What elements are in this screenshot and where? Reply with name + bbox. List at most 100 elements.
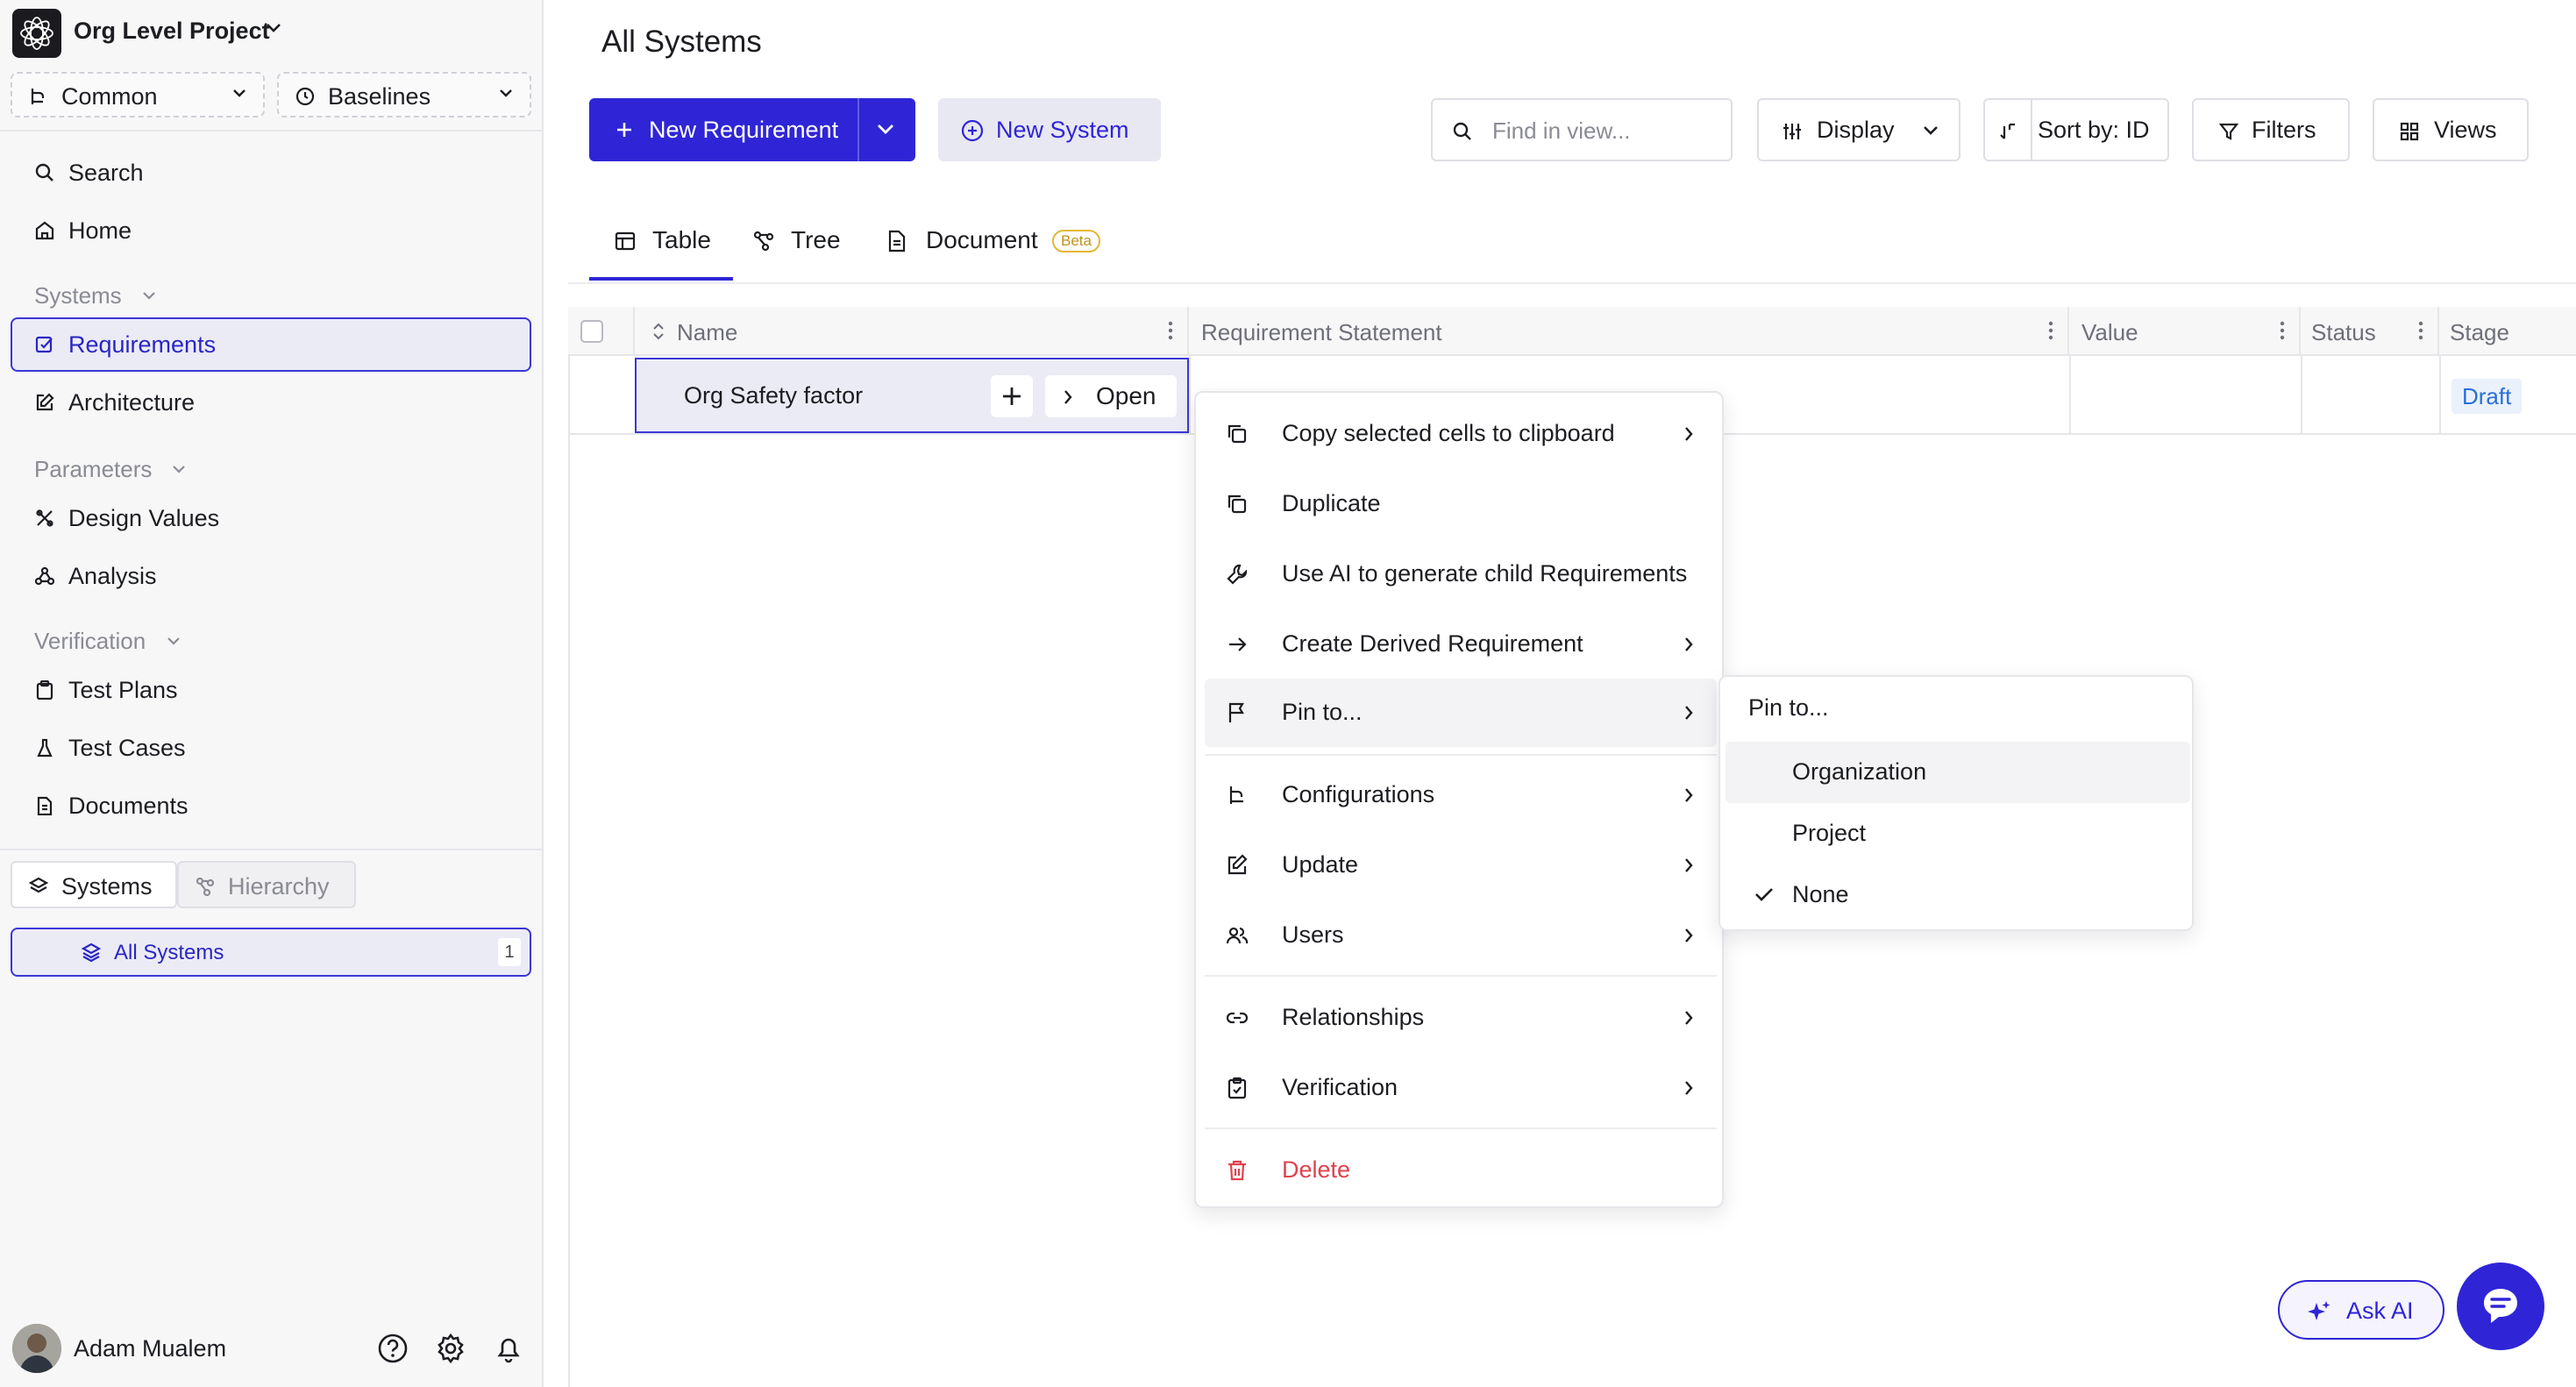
context-menu: Copy selected cells to clipboard Duplica… bbox=[1194, 391, 1724, 1208]
menu-item-create-derived[interactable]: Create Derived Requirement bbox=[1205, 610, 1717, 679]
layers-icon bbox=[81, 942, 102, 963]
pencil-square-icon bbox=[1226, 854, 1249, 877]
select-all-cell bbox=[568, 307, 635, 356]
new-system-button[interactable]: New System bbox=[938, 98, 1161, 161]
section-parameters[interactable]: Parameters bbox=[34, 456, 185, 483]
menu-item-users[interactable]: Users bbox=[1205, 901, 1717, 970]
arrow-right-icon bbox=[1226, 633, 1249, 656]
clipboard-icon bbox=[35, 680, 54, 700]
column-header-statement[interactable]: Requirement Statement bbox=[1189, 307, 2069, 356]
chevron-right-icon bbox=[1683, 705, 1694, 721]
chevron-down-icon bbox=[231, 89, 247, 99]
user-name[interactable]: Adam Mualem bbox=[74, 1335, 226, 1362]
branch-icon bbox=[28, 86, 49, 107]
sort-direction-icon bbox=[1997, 121, 2018, 142]
menu-item-delete[interactable]: Delete bbox=[1205, 1136, 1717, 1205]
chevron-down-icon bbox=[166, 637, 181, 647]
menu-item-use-ai[interactable]: Use AI to generate child Requirements bbox=[1205, 540, 1717, 608]
beta-badge: Beta bbox=[1052, 230, 1100, 253]
chevron-right-icon bbox=[1683, 787, 1694, 803]
workspace-logo-icon[interactable] bbox=[12, 9, 61, 58]
search-input[interactable] bbox=[1492, 116, 1720, 146]
column-menu-icon[interactable] bbox=[2418, 321, 2423, 340]
section-verification[interactable]: Verification bbox=[34, 628, 180, 655]
menu-item-copy[interactable]: Copy selected cells to clipboard bbox=[1205, 400, 1717, 468]
chat-bubble-icon bbox=[2484, 1289, 2517, 1323]
help-icon[interactable] bbox=[377, 1333, 409, 1364]
tab-systems-tree[interactable]: Systems bbox=[11, 861, 177, 908]
column-header-status[interactable]: Status bbox=[2301, 307, 2439, 356]
system-item-all-systems[interactable]: All Systems 1 bbox=[11, 928, 531, 977]
menu-item-verification[interactable]: Verification bbox=[1205, 1054, 1717, 1122]
grid-icon bbox=[2399, 121, 2420, 142]
table-icon bbox=[614, 230, 637, 253]
chevron-down-icon[interactable] bbox=[875, 123, 896, 137]
sidebar-item-test-cases[interactable]: Test Cases bbox=[11, 721, 531, 775]
sidebar-item-search[interactable]: Search bbox=[11, 146, 531, 200]
submenu-item-none[interactable]: None bbox=[1726, 864, 2190, 926]
chevron-right-icon bbox=[1683, 928, 1694, 943]
menu-item-update[interactable]: Update bbox=[1205, 831, 1717, 900]
section-systems[interactable]: Systems bbox=[34, 282, 155, 309]
submenu-item-project[interactable]: Project bbox=[1726, 803, 2190, 864]
column-menu-icon[interactable] bbox=[2048, 321, 2053, 340]
sort-arrows-icon[interactable] bbox=[652, 323, 665, 340]
chevron-right-icon bbox=[1683, 857, 1694, 873]
column-menu-icon[interactable] bbox=[1168, 321, 1173, 340]
plus-icon bbox=[1003, 388, 1021, 405]
project-name[interactable]: Org Level Project bbox=[74, 18, 270, 45]
gear-icon[interactable] bbox=[435, 1333, 466, 1364]
menu-item-pin-to[interactable]: Pin to... bbox=[1205, 679, 1717, 747]
display-button[interactable]: Display bbox=[1757, 98, 1960, 161]
menu-item-duplicate[interactable]: Duplicate bbox=[1205, 470, 1717, 538]
chat-support-button[interactable] bbox=[2457, 1263, 2544, 1350]
filters-button[interactable]: Filters bbox=[2192, 98, 2350, 161]
column-header-stage[interactable]: Stage bbox=[2439, 307, 2576, 356]
tab-hierarchy-tree[interactable]: Hierarchy bbox=[177, 861, 356, 908]
page-title: All Systems bbox=[601, 25, 762, 59]
pencil-square-icon bbox=[35, 393, 54, 412]
plus-icon bbox=[616, 121, 633, 139]
document-icon bbox=[35, 796, 54, 815]
table-header: Name Requirement Statement Value Status … bbox=[568, 307, 2576, 356]
sidebar-item-analysis[interactable]: Analysis bbox=[11, 549, 531, 603]
edit-square-icon bbox=[35, 335, 54, 354]
column-menu-icon[interactable] bbox=[2280, 321, 2285, 340]
new-requirement-button[interactable]: New Requirement bbox=[589, 98, 915, 161]
sidebar-divider bbox=[0, 849, 544, 850]
sort-button[interactable]: Sort by: ID bbox=[1983, 98, 2169, 161]
stage-badge[interactable]: Draft bbox=[2451, 379, 2523, 414]
hierarchy-icon bbox=[195, 876, 216, 897]
sidebar-item-design-values[interactable]: Design Values bbox=[11, 491, 531, 545]
sidebar-item-architecture[interactable]: Architecture bbox=[11, 375, 531, 430]
menu-item-configurations[interactable]: Configurations bbox=[1205, 761, 1717, 829]
tab-tree[interactable]: Tree bbox=[752, 214, 857, 281]
views-button[interactable]: Views bbox=[2373, 98, 2529, 161]
duplicate-icon bbox=[1226, 493, 1249, 516]
sidebar-item-documents[interactable]: Documents bbox=[11, 779, 531, 833]
select-all-checkbox[interactable] bbox=[580, 320, 603, 343]
chevron-right-icon bbox=[1683, 1080, 1694, 1096]
find-in-view-search[interactable] bbox=[1431, 98, 1733, 161]
column-header-name[interactable]: Name bbox=[635, 307, 1189, 356]
column-header-value[interactable]: Value bbox=[2069, 307, 2301, 356]
submenu-item-organization[interactable]: Organization bbox=[1726, 742, 2190, 803]
count-badge: 1 bbox=[498, 938, 521, 966]
sidebar-item-home[interactable]: Home bbox=[11, 203, 531, 258]
sliders-icon bbox=[1782, 121, 1803, 142]
tab-table[interactable]: Table bbox=[589, 214, 733, 281]
requirement-name[interactable]: Org Safety factor bbox=[684, 382, 863, 409]
bell-icon[interactable] bbox=[493, 1333, 524, 1364]
ask-ai-button[interactable]: Ask AI bbox=[2278, 1280, 2444, 1340]
sidebar-item-requirements[interactable]: Requirements bbox=[11, 317, 531, 372]
avatar[interactable] bbox=[12, 1324, 61, 1373]
sidebar-item-test-plans[interactable]: Test Plans bbox=[11, 663, 531, 717]
menu-item-relationships[interactable]: Relationships bbox=[1205, 984, 1717, 1052]
branch-selector[interactable]: Common bbox=[11, 72, 265, 117]
add-child-button[interactable] bbox=[991, 375, 1033, 417]
baselines-selector[interactable]: Baselines bbox=[277, 72, 531, 117]
clipboard-check-icon bbox=[1226, 1077, 1249, 1099]
tab-document[interactable]: Document Beta bbox=[886, 214, 1122, 281]
open-button[interactable]: Open bbox=[1045, 375, 1177, 417]
chevron-down-icon[interactable] bbox=[265, 23, 282, 33]
